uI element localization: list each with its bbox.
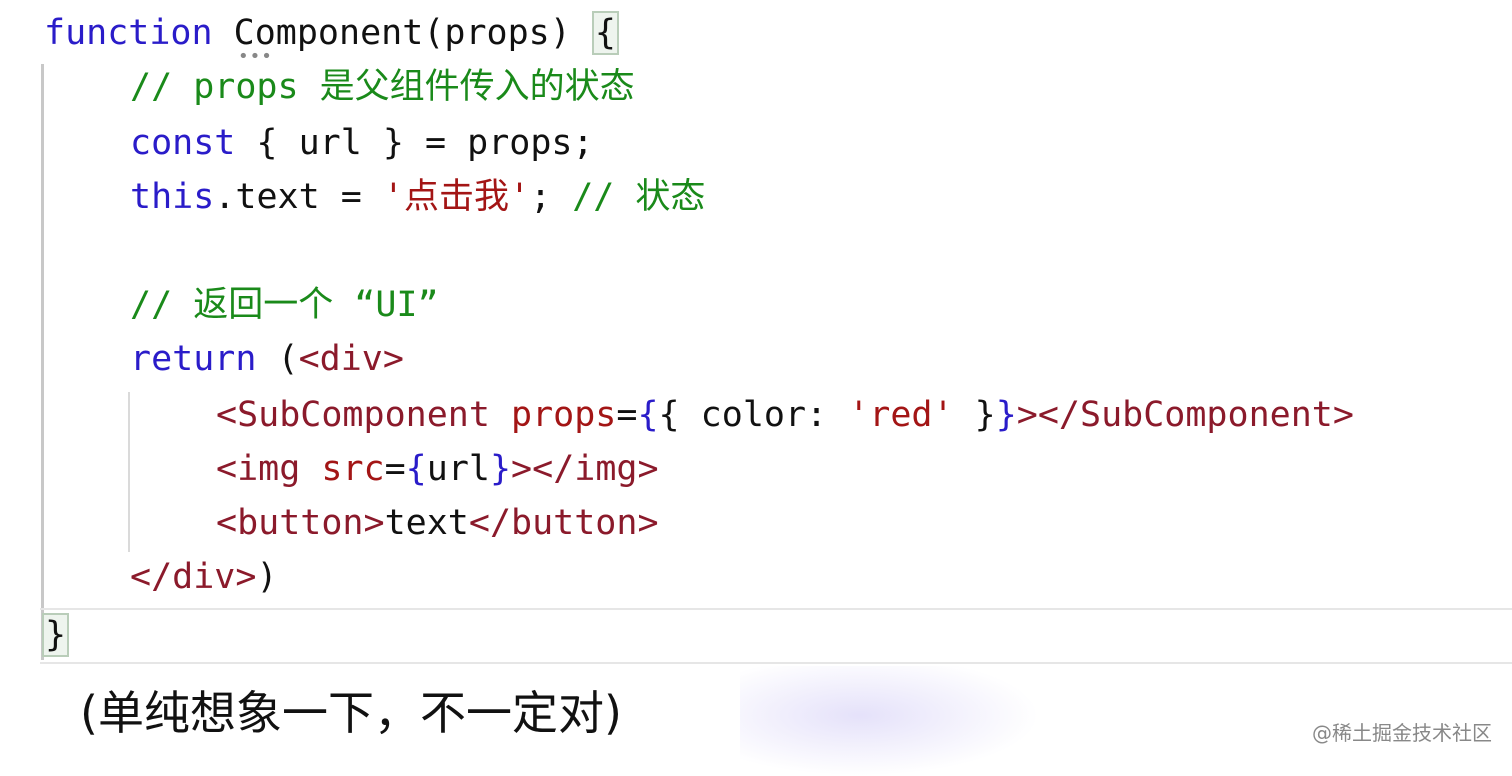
jsx-attr-props: props: [511, 395, 617, 435]
code-line-8: <SubComponent props={{ color: 'red' }}><…: [216, 390, 1354, 440]
site-watermark: @稀土掘金技术社区: [1312, 721, 1492, 745]
code-editor[interactable]: ••• function Component(props) { // props…: [0, 0, 1512, 665]
open-brace-match: {: [591, 11, 619, 55]
video-subtitle: (单纯想象一下，不一定对): [80, 686, 622, 740]
code-line-10: <button>text</button>: [216, 498, 659, 548]
code-line-2: // props 是父组件传入的状态: [130, 67, 635, 107]
jsx-tag-div-close: </div>: [130, 557, 257, 597]
assignment: .text =: [214, 177, 383, 217]
string-red: 'red': [848, 395, 954, 435]
code-line-4: this.text = '点击我'; // 状态: [130, 172, 705, 222]
code-line-1: function Component(props) {: [44, 8, 619, 58]
jsx-tag-button-close: </button>: [468, 503, 659, 543]
code-line-3: const { url } = props;: [130, 118, 594, 168]
indent-guide-function: [41, 64, 44, 660]
semicolon: ;: [530, 177, 573, 217]
inline-comment: // 状态: [572, 177, 706, 217]
jsx-tag-img-close: ></img>: [511, 449, 659, 489]
code-line-7: return (<div>: [130, 334, 404, 384]
logo-watermark-icon: [740, 666, 1040, 776]
code-line-11: </div>): [130, 552, 278, 602]
keyword-const: const: [130, 123, 236, 163]
indent-guide-return: [128, 392, 130, 552]
keyword-function: function: [44, 13, 213, 53]
open-paren: (: [256, 339, 299, 379]
jsx-tag-img-open: <img: [216, 449, 301, 489]
jsx-expr-close: }: [995, 395, 1017, 435]
jsx-expr-open: {: [405, 449, 427, 489]
jsx-expr-open: {: [637, 395, 659, 435]
code-line-9: <img src={url}></img>: [216, 444, 659, 494]
current-line-highlight: [40, 608, 1512, 664]
code-line-6: // 返回一个 “UI”: [130, 285, 439, 325]
equals: =: [384, 449, 406, 489]
object-end: }: [953, 395, 996, 435]
keyword-this: this: [130, 177, 215, 217]
jsx-tag-subcomponent-close: ></SubComponent>: [1016, 395, 1354, 435]
button-text: text: [384, 503, 469, 543]
close-brace-match: }: [42, 613, 70, 657]
destructure-statement: { url } = props;: [235, 123, 594, 163]
string-literal: '点击我': [382, 177, 531, 217]
jsx-tag-button-open: <button>: [216, 503, 385, 543]
function-signature: Component(props): [212, 13, 592, 53]
jsx-attr-src: src: [321, 449, 385, 489]
keyword-return: return: [130, 339, 257, 379]
jsx-tag-subcomponent-open: <SubComponent: [216, 395, 490, 435]
expr-url: url: [426, 449, 490, 489]
jsx-tag-div-open: <div>: [298, 339, 404, 379]
jsx-expr-close: }: [489, 449, 512, 489]
equals: =: [616, 395, 638, 435]
object-literal: { color:: [658, 395, 849, 435]
code-line-12: }: [42, 610, 70, 660]
close-paren: ): [256, 557, 278, 597]
